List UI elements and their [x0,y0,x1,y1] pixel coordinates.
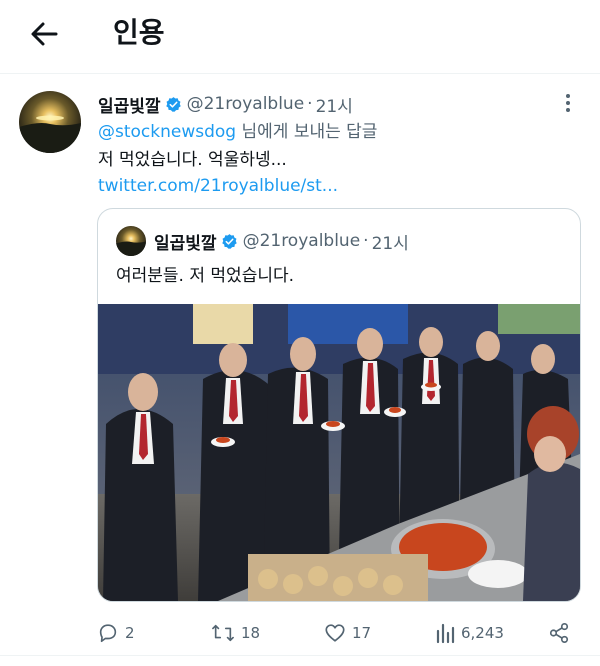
quoted-author-handle: @21royalblue [242,231,361,251]
sunset-avatar-image [116,226,146,256]
separator-dot: · [363,231,369,251]
author-name[interactable]: 일곱빛깔 [98,92,161,117]
like-button[interactable]: 17 [324,619,371,647]
reply-suffix: 님에게 보내는 답글 [236,122,378,142]
retweet-button[interactable]: 18 [211,619,260,647]
tweet-link[interactable]: twitter.com/21royalblue/st... [98,174,338,198]
reply-context: @stocknewsdog 님에게 보내는 답글 [98,120,377,144]
back-button[interactable] [26,16,62,52]
more-vertical-icon [566,94,570,112]
sunset-avatar-image [19,91,81,153]
like-count: 17 [352,624,372,642]
arrow-left-icon [31,22,58,46]
tweet: 일곱빛깔 @21royalblue · 21시 @stocknewsdog 님에… [0,75,600,655]
verified-badge-icon [221,233,237,249]
quoted-author-name: 일곱빛깔 [154,233,217,254]
reply-icon [99,624,117,643]
reply-count: 2 [125,624,135,642]
views-button[interactable]: 6,243 [435,619,504,647]
more-options-button[interactable] [558,92,578,114]
author-avatar[interactable] [19,91,81,153]
retweet-icon [212,624,234,642]
quoted-tweet-card[interactable]: 일곱빛깔 @21royalblue · 21시 여러분들. 저 먹었습니다. [97,208,581,602]
heart-icon [325,624,345,642]
separator-dot: · [307,94,313,114]
views-chart-icon [436,623,455,644]
author-row: 일곱빛깔 @21royalblue · 21시 [98,91,353,117]
share-button[interactable] [548,619,576,647]
quoted-author-avatar [116,226,146,256]
author-handle[interactable]: @21royalblue [187,94,305,114]
share-icon [549,623,569,643]
tweet-time[interactable]: 21시 [316,92,353,117]
view-count: 6,243 [461,624,504,642]
quoted-tweet-text: 여러분들. 저 먹었습니다. [116,266,295,286]
bottom-divider [0,655,600,656]
page-title: 인용 [113,16,165,49]
tweet-text: 저 먹었습니다. 억울하넹... [98,150,287,170]
reply-mention-link[interactable]: @stocknewsdog [98,122,236,142]
retweet-count: 18 [241,624,261,642]
action-bar: 2 18 17 6,243 [0,617,600,649]
quoted-author-row: 일곱빛깔 @21royalblue · 21시 [154,228,409,254]
reply-button[interactable]: 2 [97,619,135,647]
market-photo-image[interactable] [98,304,580,601]
quoted-tweet-time: 21시 [371,233,409,254]
verified-badge-icon [165,96,181,112]
top-bar: 인용 [0,0,600,74]
